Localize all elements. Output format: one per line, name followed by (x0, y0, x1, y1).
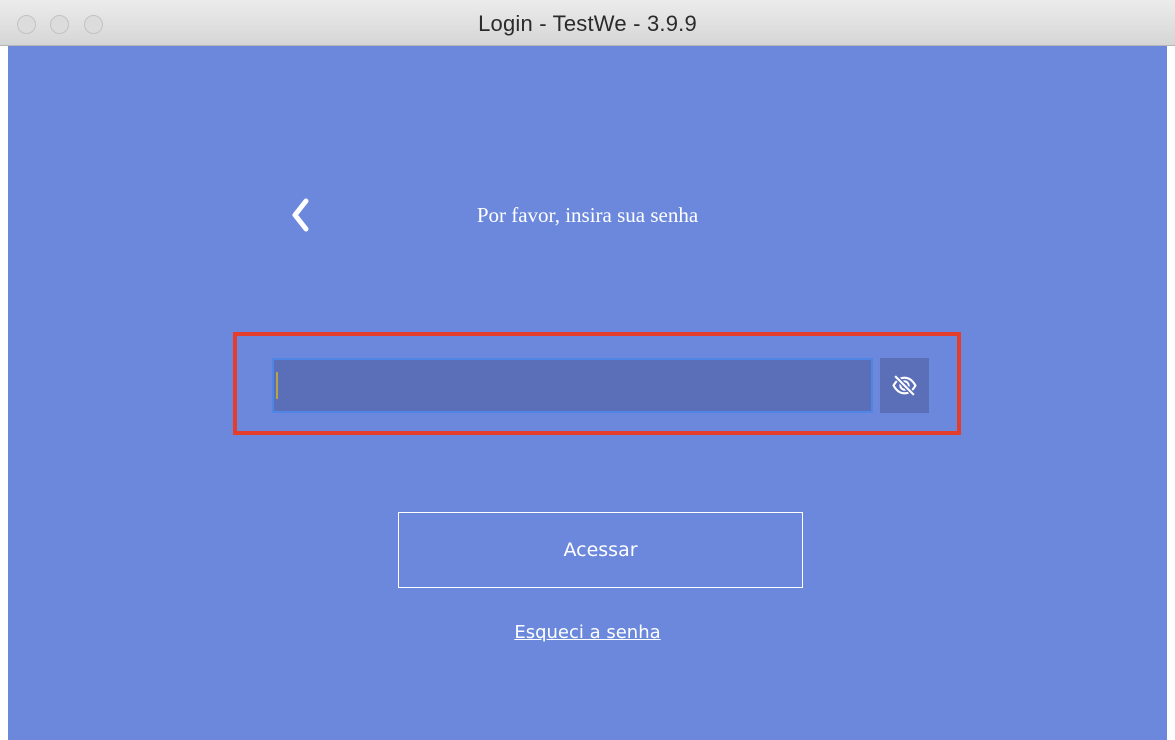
eye-slash-icon (892, 374, 917, 397)
text-caret (276, 372, 278, 399)
title-bar: Login - TestWe - 3.9.9 (0, 0, 1175, 46)
access-button[interactable]: Acessar (398, 512, 803, 588)
password-prompt: Por favor, insira sua senha (476, 203, 699, 227)
window-title: Login - TestWe - 3.9.9 (478, 11, 697, 36)
forgot-password-row: Esqueci a senha (8, 622, 1167, 643)
forgot-password-link[interactable]: Esqueci a senha (514, 622, 660, 643)
login-screen: Por favor, insira sua senha Acessar Esqu… (8, 46, 1167, 740)
password-input[interactable] (272, 358, 873, 413)
toggle-password-visibility-button[interactable] (880, 358, 929, 413)
app-window: Login - TestWe - 3.9.9 Por favor, insira… (0, 0, 1175, 740)
